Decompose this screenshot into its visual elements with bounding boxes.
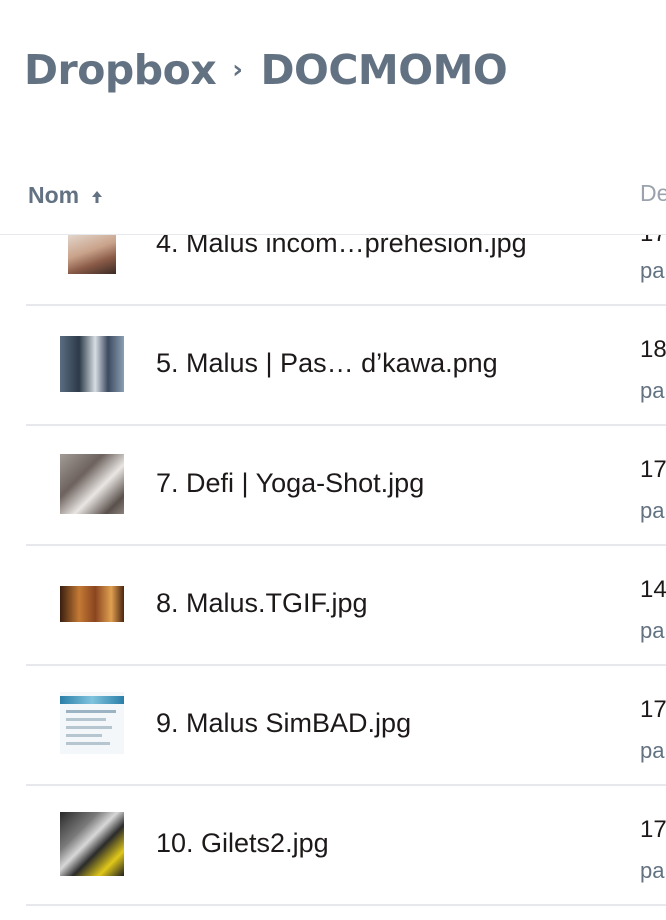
breadcrumb-current: DOCMOMO [260,46,508,94]
table-row[interactable]: 5. Malus | Pas… d’kawa.png 18 pa [26,304,666,426]
file-modified-date: 17/ [640,816,666,843]
file-thumbnail [60,454,124,514]
file-name[interactable]: 8. Malus.TGIF.jpg [156,588,368,619]
file-thumbnail [68,232,116,274]
file-modified-by: pa [640,378,665,403]
column-header-name-label: Nom [28,182,80,208]
file-thumbnail [60,812,124,876]
file-thumbnail [60,692,124,754]
table-row[interactable]: 9. Malus SimBAD.jpg 17/ pa [26,664,666,786]
file-modified-by: pa [640,618,665,643]
file-modified-by: pa [640,738,665,763]
file-modified-date: 14 [640,576,666,603]
breadcrumb: Dropbox › DOCMOMO [24,46,508,94]
arrow-up-icon[interactable] [91,184,103,211]
file-name[interactable]: 5. Malus | Pas… d’kawa.png [156,348,498,379]
file-thumbnail [60,586,124,622]
column-header-date[interactable]: De [640,180,666,207]
table-row[interactable]: 7. Defi | Yoga-Shot.jpg 17/ pa [26,424,666,546]
table-row[interactable]: 8. Malus.TGIF.jpg 14 pa [26,544,666,666]
table-row[interactable]: 10. Gilets2.jpg 17/ pa [26,784,666,906]
file-modified-date: 17/ [640,456,666,483]
file-name[interactable]: 7. Defi | Yoga-Shot.jpg [156,468,424,499]
file-thumbnail [60,336,124,392]
table-header: Nom De [0,160,666,235]
file-name[interactable]: 10. Gilets2.jpg [156,828,329,859]
file-modified-by: pa [640,858,665,883]
file-modified-by: pa [640,258,665,283]
file-name[interactable]: 9. Malus SimBAD.jpg [156,708,411,739]
file-modified-by: pa [640,498,665,523]
breadcrumb-root[interactable]: Dropbox [24,46,217,94]
column-header-name[interactable]: Nom [28,180,103,211]
chevron-right-icon: › [232,55,243,85]
file-modified-date: 17/ [640,696,666,723]
file-modified-date: 18 [640,336,666,363]
